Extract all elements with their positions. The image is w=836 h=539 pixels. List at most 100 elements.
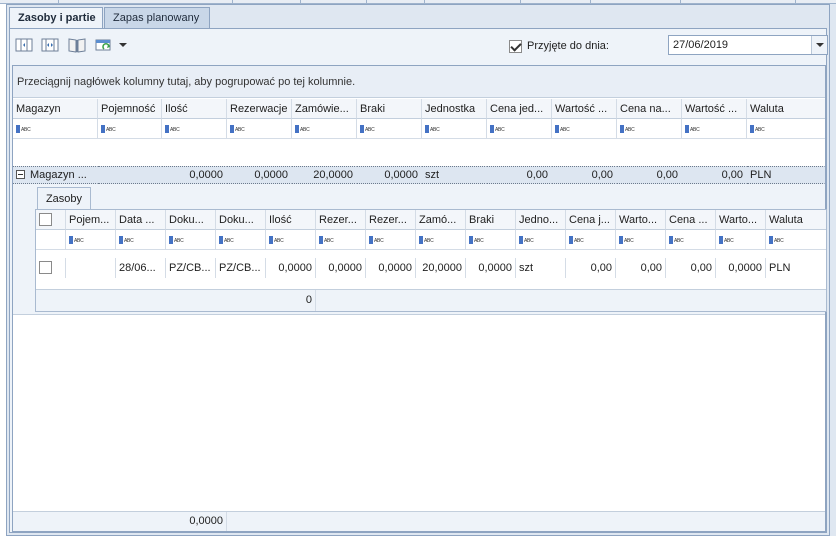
col-header-zamowienia[interactable]: Zamówie... (292, 99, 357, 119)
col-header-wartosc-2[interactable]: Wartość ... (682, 99, 747, 119)
detail-col-header[interactable]: Waluta (766, 210, 826, 230)
filter-cell[interactable]: ABC (616, 230, 666, 250)
filter-cell[interactable]: ABC (162, 119, 227, 139)
abc-filter-icon: ABC (490, 124, 505, 134)
columns-icon[interactable] (15, 37, 33, 53)
abc-filter-icon: ABC (165, 124, 180, 134)
abc-filter-icon: ABC (719, 235, 734, 245)
filter-cell[interactable]: ABC (766, 230, 826, 250)
accepted-date-field[interactable]: 27/06/2019 (668, 35, 828, 55)
detail-col-header[interactable]: Rezer... (366, 210, 416, 230)
filter-cell[interactable]: ABC (747, 119, 825, 139)
detail-col-header[interactable]: Cena ... (666, 210, 716, 230)
abc-filter-icon: ABC (319, 235, 334, 245)
col-header-wartosc-1[interactable]: Wartość ... (552, 99, 617, 119)
detail-col-header[interactable]: Doku... (216, 210, 266, 230)
abc-filter-icon: ABC (269, 235, 284, 245)
detail-col-header[interactable]: Ilość (266, 210, 316, 230)
col-header-cena-na[interactable]: Cena na... (617, 99, 682, 119)
filter-cell[interactable]: ABC (166, 230, 216, 250)
col-header-jednostka[interactable]: Jednostka (422, 99, 487, 119)
detail-select-all-cell[interactable] (36, 210, 66, 230)
filter-cell[interactable]: ABC (316, 230, 366, 250)
detail-col-header[interactable]: Doku... (166, 210, 216, 230)
accepted-checkbox[interactable] (509, 40, 522, 53)
cena-1-cell: 0,00 (566, 258, 616, 278)
filter-cell[interactable]: ABC (366, 230, 416, 250)
stock-window: Zasoby i partie Zapas planowany Przyjęte… (6, 4, 830, 536)
filter-cell[interactable]: ABC (357, 119, 422, 139)
filter-cell[interactable]: ABC (617, 119, 682, 139)
filter-cell[interactable]: ABC (552, 119, 617, 139)
chevron-down-icon[interactable] (118, 37, 128, 53)
filter-cell[interactable]: ABC (666, 230, 716, 250)
filter-cell[interactable]: ABC (487, 119, 552, 139)
ilosc-cell: 0,0000 (162, 166, 227, 184)
abc-filter-icon: ABC (101, 124, 116, 134)
filter-cell[interactable]: ABC (292, 119, 357, 139)
filter-cell[interactable]: ABC (227, 119, 292, 139)
table-row[interactable]: 28/06... PZ/CB... PZ/CB... 0,0000 0,0000… (36, 258, 826, 278)
wartosc-2-cell: 0,0000 (716, 258, 766, 278)
col-header-pojemnosc[interactable]: Pojemność (98, 99, 162, 119)
filter-cell[interactable]: ABC (682, 119, 747, 139)
date-dropdown-button[interactable] (811, 36, 827, 54)
detail-tab-zasoby[interactable]: Zasoby (37, 187, 91, 210)
filter-cell[interactable]: ABC (466, 230, 516, 250)
filter-cell[interactable]: ABC (98, 119, 162, 139)
col-header-rezerwacje[interactable]: Rezerwacje (227, 99, 292, 119)
collapse-icon[interactable] (16, 169, 25, 179)
row-checkbox[interactable] (39, 261, 52, 274)
detail-col-header[interactable]: Warto... (616, 210, 666, 230)
filter-cell[interactable]: ABC (566, 230, 616, 250)
toolbar: Przyjęte do dnia: 27/06/2019 (10, 29, 828, 63)
detail-filter-row: ABC ABC ABC ABC ABC ABC ABC ABC ABC ABC … (36, 230, 826, 250)
braki-cell: 0,0000 (357, 166, 422, 184)
refresh-view-icon[interactable] (95, 37, 113, 53)
detail-col-header[interactable]: Rezer... (316, 210, 366, 230)
select-all-checkbox[interactable] (39, 213, 52, 226)
col-header-magazyn[interactable]: Magazyn (13, 99, 98, 119)
col-header-braki[interactable]: Braki (357, 99, 422, 119)
filter-cell[interactable]: ABC (266, 230, 316, 250)
filter-cell[interactable]: ABC (716, 230, 766, 250)
tab-zapas-planowany[interactable]: Zapas planowany (104, 7, 210, 29)
fit-columns-icon[interactable] (41, 37, 59, 53)
filter-cell[interactable]: ABC (422, 119, 487, 139)
abc-filter-icon: ABC (69, 235, 84, 245)
table-row[interactable]: Magazyn ... 0,0000 0,0000 20,0000 0,0000… (13, 166, 825, 184)
filter-cell[interactable]: ABC (116, 230, 166, 250)
col-header-cena-jed[interactable]: Cena jed... (487, 99, 552, 119)
jednostka-cell: szt (422, 166, 487, 184)
col-header-ilosc[interactable]: Ilość (162, 99, 227, 119)
tab-panel: Przyjęte do dnia: 27/06/2019 Przeciągnij… (9, 28, 828, 533)
col-header-waluta[interactable]: Waluta (747, 99, 825, 119)
detail-col-header[interactable]: Cena j... (566, 210, 616, 230)
detail-col-header[interactable]: Braki (466, 210, 516, 230)
filter-cell[interactable]: ABC (516, 230, 566, 250)
filter-cell[interactable]: ABC (66, 230, 116, 250)
filter-cell[interactable]: ABC (416, 230, 466, 250)
row-select-cell[interactable] (36, 258, 66, 278)
filter-cell[interactable]: ABC (216, 230, 266, 250)
filter-cell (36, 230, 66, 250)
stock-grid: Przeciągnij nagłówek kolumny tutaj, aby … (12, 65, 827, 532)
detail-col-header[interactable]: Warto... (716, 210, 766, 230)
filter-row: ABC ABC ABC ABC ABC ABC ABC ABC ABC ABC … (13, 119, 825, 139)
abc-filter-icon: ABC (16, 124, 31, 134)
detail-col-header[interactable]: Jedno... (516, 210, 566, 230)
tab-zasoby-i-partie[interactable]: Zasoby i partie (9, 7, 103, 30)
abc-filter-icon: ABC (469, 235, 484, 245)
detail-col-header[interactable]: Pojem... (66, 210, 116, 230)
rezerwacje-1-cell: 0,0000 (316, 258, 366, 278)
pojemnosc-cell (98, 166, 162, 184)
detail-col-header[interactable]: Data ... (116, 210, 166, 230)
group-by-panel[interactable]: Przeciągnij nagłówek kolumny tutaj, aby … (13, 66, 825, 98)
abc-filter-icon: ABC (519, 235, 534, 245)
dokument-2-cell: PZ/CB... (216, 258, 266, 278)
detail-footer-sum: 0 (266, 290, 316, 311)
filter-cell[interactable]: ABC (13, 119, 98, 139)
abc-filter-icon: ABC (119, 235, 134, 245)
book-icon[interactable] (67, 37, 87, 53)
detail-col-header[interactable]: Zamó... (416, 210, 466, 230)
